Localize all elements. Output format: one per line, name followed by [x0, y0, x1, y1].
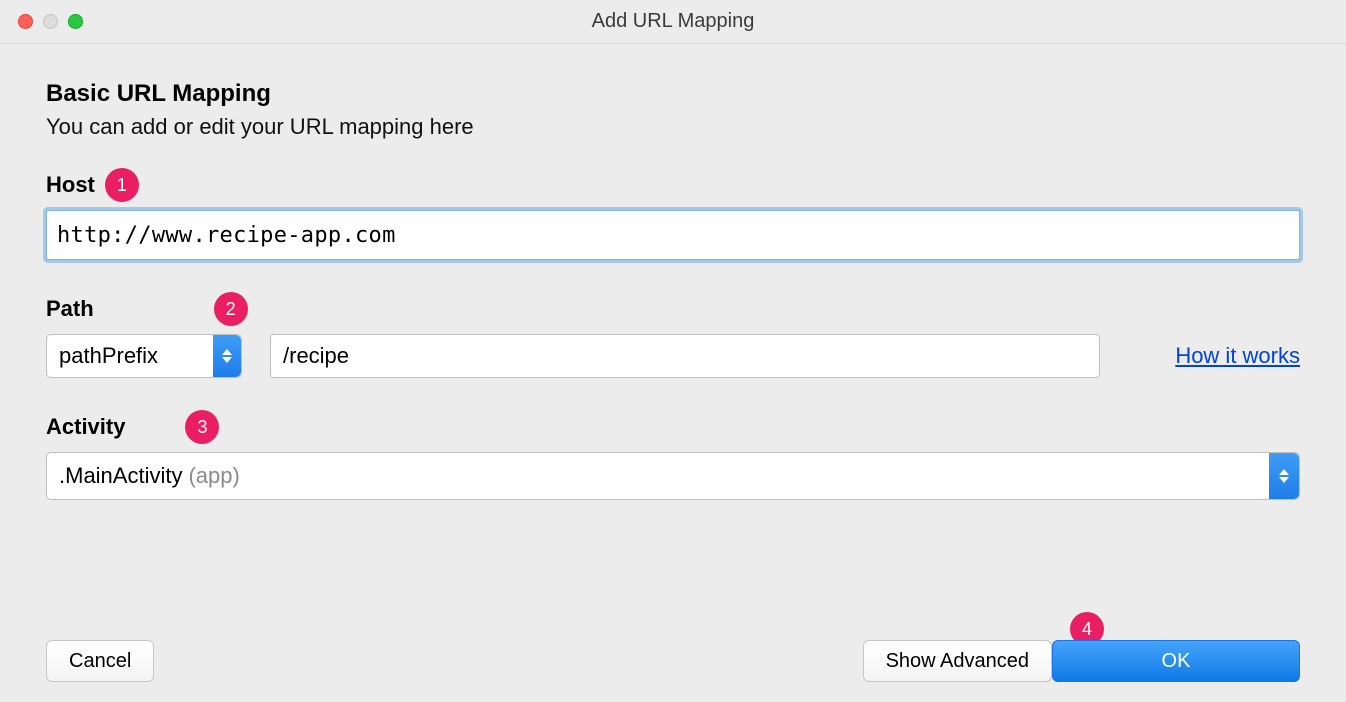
activity-select[interactable]: .MainActivity (app): [46, 452, 1300, 500]
dialog-content: Basic URL Mapping You can add or edit yo…: [0, 44, 1346, 702]
activity-label: Activity: [46, 414, 125, 440]
activity-field: Activity 3 .MainActivity (app): [46, 410, 1300, 500]
ok-button-wrap: 4 OK: [1052, 640, 1300, 682]
how-it-works-link[interactable]: How it works: [1175, 343, 1300, 369]
ok-button[interactable]: OK: [1052, 640, 1300, 682]
path-label: Path: [46, 296, 94, 322]
cancel-button[interactable]: Cancel: [46, 640, 154, 682]
section-subtitle: You can add or edit your URL mapping her…: [46, 114, 1300, 140]
path-type-select[interactable]: pathPrefix: [46, 334, 242, 378]
path-input[interactable]: [270, 334, 1100, 378]
badge-1: 1: [105, 168, 139, 202]
host-field: Host 1: [46, 168, 1300, 260]
section-heading: Basic URL Mapping: [46, 80, 1300, 108]
host-label-row: Host 1: [46, 168, 1300, 202]
minimize-window-button: [43, 14, 58, 29]
path-row: pathPrefix How it works: [46, 334, 1300, 378]
activity-value: .MainActivity: [59, 463, 182, 489]
close-window-button[interactable]: [18, 14, 33, 29]
maximize-window-button[interactable]: [68, 14, 83, 29]
path-label-row: Path 2: [46, 292, 1300, 326]
chevron-up-down-icon: [1269, 453, 1299, 499]
path-type-value: pathPrefix: [59, 343, 158, 369]
dialog-footer: Cancel Show Advanced 4 OK: [46, 600, 1300, 682]
badge-3: 3: [185, 410, 219, 444]
window-title: Add URL Mapping: [0, 10, 1346, 33]
badge-2: 2: [214, 292, 248, 326]
path-field: Path 2 pathPrefix How it works: [46, 292, 1300, 378]
activity-label-row: Activity 3: [46, 410, 1300, 444]
path-input-wrap: [270, 334, 1100, 378]
chevron-up-down-icon: [213, 335, 241, 377]
traffic-lights: [0, 14, 83, 29]
activity-value-suffix: (app): [188, 463, 239, 489]
host-label: Host: [46, 172, 95, 198]
window-titlebar: Add URL Mapping: [0, 0, 1346, 44]
host-input[interactable]: [46, 210, 1300, 260]
show-advanced-button[interactable]: Show Advanced: [863, 640, 1052, 682]
